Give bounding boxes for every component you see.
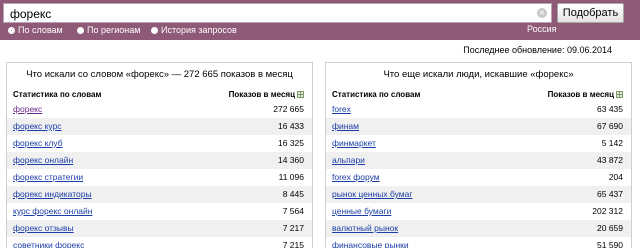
keyword-link[interactable]: валютный рынок xyxy=(332,223,398,233)
impressions-count: 204 xyxy=(608,172,623,182)
impressions-count: 65 437 xyxy=(597,189,623,199)
table-row: форекс онлайн 14 360 xyxy=(7,152,312,169)
keyword-link[interactable]: альпари xyxy=(332,155,365,165)
table-row: форекс индикаторы 8 445 xyxy=(7,186,312,203)
table-row: форекс 272 665 xyxy=(7,101,312,118)
related-panel: Что еще искали люди, искавшие «форекс» С… xyxy=(325,62,632,248)
panel-title: Что еще искали люди, искавшие «форекс» xyxy=(383,69,574,80)
impressions-count: 20 659 xyxy=(597,223,623,233)
mode-label: По словам xyxy=(18,25,63,35)
impressions-count: 7 217 xyxy=(282,223,304,233)
mode-label: По регионам xyxy=(87,25,141,35)
keyword-list: форекс 272 665 форекс курс 16 433 форекс… xyxy=(7,101,312,248)
impressions-count: 67 690 xyxy=(597,121,623,131)
table-row: форекс стратегии 11 096 xyxy=(7,169,312,186)
radio-icon xyxy=(151,26,158,34)
impressions-count: 202 312 xyxy=(592,206,623,216)
table-row: forex 63 435 xyxy=(326,101,631,118)
impressions-count: 8 445 xyxy=(282,189,304,199)
table-icon xyxy=(297,91,304,98)
table-row: советники форекс 7 215 xyxy=(7,237,312,248)
mode-by-words[interactable]: По словам xyxy=(8,24,63,36)
keyword-link[interactable]: форекс xyxy=(13,104,42,114)
keyword-link[interactable]: финансовые рынки xyxy=(332,240,409,248)
impressions-count: 16 325 xyxy=(278,138,304,148)
impressions-count: 7 215 xyxy=(282,240,304,248)
mode-by-regions[interactable]: По регионам xyxy=(77,24,140,36)
table-row: финмаркет 5 142 xyxy=(326,135,631,152)
submit-button[interactable]: Подобрать xyxy=(557,3,624,23)
table-row: ценные бумаги 202 312 xyxy=(326,203,631,220)
clear-icon[interactable]: × xyxy=(537,8,547,18)
keyword-link[interactable]: forex xyxy=(332,104,351,114)
impressions-count: 43 872 xyxy=(597,155,623,165)
table-row: forex форум 204 xyxy=(326,169,631,186)
impressions-count: 5 142 xyxy=(601,138,623,148)
search-input[interactable] xyxy=(3,3,552,23)
column-header-count: Показов в месяц xyxy=(229,90,304,99)
region-link[interactable]: Россия xyxy=(527,24,557,34)
keyword-link[interactable]: ценные бумаги xyxy=(332,206,391,216)
search-header: × Подобрать По словам По регионам Истори… xyxy=(0,0,640,40)
table-icon xyxy=(616,91,623,98)
keyword-link[interactable]: форекс курс xyxy=(13,121,62,131)
radio-selected-icon xyxy=(8,26,15,34)
column-header-count-label: Показов в месяц xyxy=(228,90,295,99)
keyword-link[interactable]: форекс онлайн xyxy=(13,155,73,165)
keyword-link[interactable]: форекс отзывы xyxy=(13,223,74,233)
mode-label: История запросов xyxy=(161,25,237,35)
table-row: финансовые рынки 51 590 xyxy=(326,237,631,248)
table-row: финам 67 690 xyxy=(326,118,631,135)
keyword-link[interactable]: курс форекс онлайн xyxy=(13,206,92,216)
last-update: Последнее обновление: 09.06.2014 xyxy=(463,45,612,55)
table-row: форекс курс 16 433 xyxy=(7,118,312,135)
keyword-link[interactable]: советники форекс xyxy=(13,240,84,248)
keyword-link[interactable]: финмаркет xyxy=(332,138,376,148)
column-header-count: Показов в месяц xyxy=(548,90,623,99)
column-header-count-label: Показов в месяц xyxy=(547,90,614,99)
panel-title: Что искали со словом «форекс» — 272 665 … xyxy=(26,69,293,80)
keyword-link[interactable]: рынок ценных бумаг xyxy=(332,189,412,199)
impressions-count: 51 590 xyxy=(597,240,623,248)
words-panel: Что искали со словом «форекс» — 272 665 … xyxy=(6,62,313,248)
keyword-link[interactable]: форекс клуб xyxy=(13,138,63,148)
column-header-keyword: Статистика по словам xyxy=(13,90,102,99)
table-row: курс форекс онлайн 7 564 xyxy=(7,203,312,220)
impressions-count: 11 096 xyxy=(278,172,304,182)
impressions-count: 16 433 xyxy=(278,121,304,131)
table-row: валютный рынок 20 659 xyxy=(326,220,631,237)
table-row: альпари 43 872 xyxy=(326,152,631,169)
table-row: форекс клуб 16 325 xyxy=(7,135,312,152)
radio-icon xyxy=(77,26,84,34)
impressions-count: 14 360 xyxy=(278,155,304,165)
keyword-link[interactable]: форекс стратегии xyxy=(13,172,83,182)
keyword-list: forex 63 435 финам 67 690 финмаркет 5 14… xyxy=(326,101,631,248)
impressions-count: 7 564 xyxy=(282,206,304,216)
impressions-count: 272 665 xyxy=(273,104,304,114)
table-row: форекс отзывы 7 217 xyxy=(7,220,312,237)
table-row: рынок ценных бумаг 65 437 xyxy=(326,186,631,203)
impressions-count: 63 435 xyxy=(597,104,623,114)
column-header-keyword: Статистика по словам xyxy=(332,90,421,99)
mode-history[interactable]: История запросов xyxy=(151,24,237,36)
keyword-link[interactable]: финам xyxy=(332,121,359,131)
keyword-link[interactable]: forex форум xyxy=(332,172,380,182)
keyword-link[interactable]: форекс индикаторы xyxy=(13,189,92,199)
